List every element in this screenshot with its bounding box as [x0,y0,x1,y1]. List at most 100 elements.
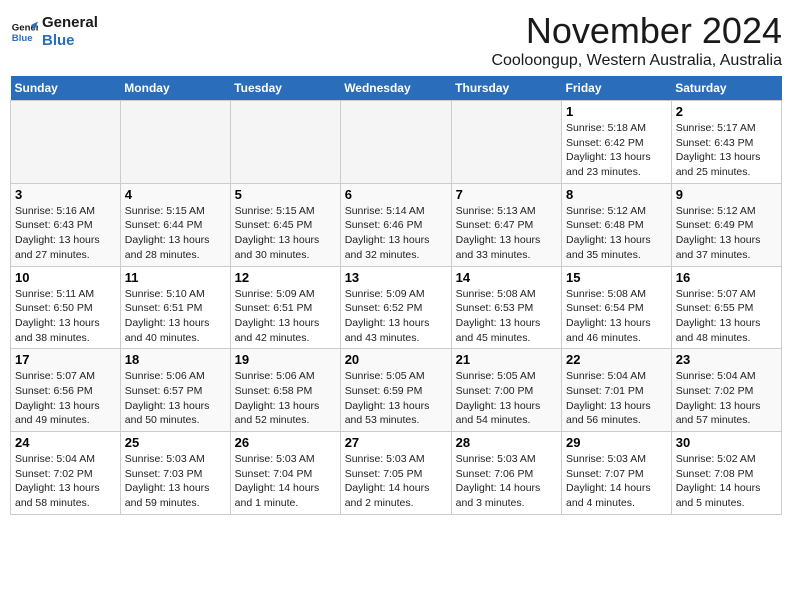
calendar-cell [11,101,121,184]
calendar-cell: 6 Sunrise: 5:14 AM Sunset: 6:46 PM Daylig… [340,183,451,266]
day-number: 23 [676,352,777,367]
calendar-cell: 1 Sunrise: 5:18 AM Sunset: 6:42 PM Daylig… [562,101,672,184]
day-info: Sunrise: 5:03 AM Sunset: 7:03 PM Dayligh… [125,452,226,511]
day-info: Sunrise: 5:05 AM Sunset: 7:00 PM Dayligh… [456,369,557,428]
calendar-cell: 27Sunrise: 5:03 AM Sunset: 7:05 PM Dayli… [340,432,451,515]
calendar-cell: 9Sunrise: 5:12 AM Sunset: 6:49 PM Daylig… [671,183,781,266]
day-number: 16 [676,270,777,285]
calendar-week-row: 1 Sunrise: 5:18 AM Sunset: 6:42 PM Daylig… [11,101,782,184]
day-info: Sunrise: 5:13 AM Sunset: 6:47 PM Dayligh… [456,204,557,263]
day-number: 20 [345,352,447,367]
month-title: November 2024 [491,10,782,52]
day-info: Sunrise: 5:16 AM Sunset: 6:43 PM Dayligh… [15,204,116,263]
calendar-cell: 30Sunrise: 5:02 AM Sunset: 7:08 PM Dayli… [671,432,781,515]
location-title: Cooloongup, Western Australia, Australia [491,52,782,70]
day-info: Sunrise: 5:03 AM Sunset: 7:06 PM Dayligh… [456,452,557,511]
day-info: Sunrise: 5:07 AM Sunset: 6:55 PM Dayligh… [676,287,777,346]
calendar-cell: 4 Sunrise: 5:15 AM Sunset: 6:44 PM Daylig… [120,183,230,266]
day-number: 6 [345,187,447,202]
day-info: Sunrise: 5:10 AM Sunset: 6:51 PM Dayligh… [125,287,226,346]
calendar-cell: 12 Sunrise: 5:09 AM Sunset: 6:51 PM Dayli… [230,266,340,349]
day-info: Sunrise: 5:03 AM Sunset: 7:07 PM Dayligh… [566,452,667,511]
calendar-cell: 13 Sunrise: 5:09 AM Sunset: 6:52 PM Dayli… [340,266,451,349]
calendar-week-row: 3 Sunrise: 5:16 AM Sunset: 6:43 PM Daylig… [11,183,782,266]
calendar-cell: 5 Sunrise: 5:15 AM Sunset: 6:45 PM Daylig… [230,183,340,266]
day-info: Sunrise: 5:15 AM Sunset: 6:45 PM Dayligh… [235,204,336,263]
day-number: 19 [235,352,336,367]
calendar-cell: 21 Sunrise: 5:05 AM Sunset: 7:00 PM Dayli… [451,349,561,432]
day-number: 13 [345,270,447,285]
calendar-cell: 11 Sunrise: 5:10 AM Sunset: 6:51 PM Dayli… [120,266,230,349]
calendar-cell: 15Sunrise: 5:08 AM Sunset: 6:54 PM Dayli… [562,266,672,349]
weekday-header: Monday [120,76,230,101]
calendar-body: 1 Sunrise: 5:18 AM Sunset: 6:42 PM Daylig… [11,101,782,515]
day-number: 25 [125,435,226,450]
calendar-cell: 7 Sunrise: 5:13 AM Sunset: 6:47 PM Daylig… [451,183,561,266]
calendar-cell [230,101,340,184]
weekday-header: Wednesday [340,76,451,101]
day-info: Sunrise: 5:09 AM Sunset: 6:52 PM Dayligh… [345,287,447,346]
logo-text: General Blue [42,14,98,50]
day-number: 8 [566,187,667,202]
calendar-cell: 3 Sunrise: 5:16 AM Sunset: 6:43 PM Daylig… [11,183,121,266]
calendar-cell [451,101,561,184]
day-info: Sunrise: 5:11 AM Sunset: 6:50 PM Dayligh… [15,287,116,346]
calendar-cell: 16 Sunrise: 5:07 AM Sunset: 6:55 PM Dayli… [671,266,781,349]
calendar-cell: 29Sunrise: 5:03 AM Sunset: 7:07 PM Dayli… [562,432,672,515]
day-info: Sunrise: 5:14 AM Sunset: 6:46 PM Dayligh… [345,204,447,263]
day-number: 2 [676,104,777,119]
header: General Blue General Blue November 2024 … [10,10,782,70]
day-info: Sunrise: 5:15 AM Sunset: 6:44 PM Dayligh… [125,204,226,263]
calendar-cell: 14Sunrise: 5:08 AM Sunset: 6:53 PM Dayli… [451,266,561,349]
calendar-cell: 10 Sunrise: 5:11 AM Sunset: 6:50 PM Dayli… [11,266,121,349]
calendar-cell: 25 Sunrise: 5:03 AM Sunset: 7:03 PM Dayli… [120,432,230,515]
day-number: 21 [456,352,557,367]
calendar-cell: 22Sunrise: 5:04 AM Sunset: 7:01 PM Dayli… [562,349,672,432]
weekday-header: Tuesday [230,76,340,101]
day-number: 30 [676,435,777,450]
weekday-header: Sunday [11,76,121,101]
day-number: 27 [345,435,447,450]
day-info: Sunrise: 5:18 AM Sunset: 6:42 PM Dayligh… [566,121,667,180]
day-info: Sunrise: 5:09 AM Sunset: 6:51 PM Dayligh… [235,287,336,346]
day-number: 26 [235,435,336,450]
day-number: 14 [456,270,557,285]
calendar-cell: 19 Sunrise: 5:06 AM Sunset: 6:58 PM Dayli… [230,349,340,432]
title-area: November 2024 Cooloongup, Western Austra… [491,10,782,70]
day-number: 10 [15,270,116,285]
day-info: Sunrise: 5:17 AM Sunset: 6:43 PM Dayligh… [676,121,777,180]
day-number: 18 [125,352,226,367]
day-number: 28 [456,435,557,450]
day-number: 5 [235,187,336,202]
day-number: 7 [456,187,557,202]
day-number: 3 [15,187,116,202]
calendar-cell: 26Sunrise: 5:03 AM Sunset: 7:04 PM Dayli… [230,432,340,515]
calendar-cell: 8Sunrise: 5:12 AM Sunset: 6:48 PM Daylig… [562,183,672,266]
calendar-cell: 2 Sunrise: 5:17 AM Sunset: 6:43 PM Daylig… [671,101,781,184]
day-info: Sunrise: 5:06 AM Sunset: 6:57 PM Dayligh… [125,369,226,428]
calendar-table: SundayMondayTuesdayWednesdayThursdayFrid… [10,76,782,515]
calendar-cell: 20 Sunrise: 5:05 AM Sunset: 6:59 PM Dayli… [340,349,451,432]
svg-text:Blue: Blue [12,33,33,44]
calendar-header-row: SundayMondayTuesdayWednesdayThursdayFrid… [11,76,782,101]
calendar-week-row: 17Sunrise: 5:07 AM Sunset: 6:56 PM Dayli… [11,349,782,432]
day-number: 1 [566,104,667,119]
logo: General Blue General Blue [10,14,98,50]
calendar-cell: 23 Sunrise: 5:04 AM Sunset: 7:02 PM Dayli… [671,349,781,432]
calendar-week-row: 24Sunrise: 5:04 AM Sunset: 7:02 PM Dayli… [11,432,782,515]
day-info: Sunrise: 5:05 AM Sunset: 6:59 PM Dayligh… [345,369,447,428]
day-info: Sunrise: 5:04 AM Sunset: 7:01 PM Dayligh… [566,369,667,428]
calendar-cell: 17Sunrise: 5:07 AM Sunset: 6:56 PM Dayli… [11,349,121,432]
day-info: Sunrise: 5:08 AM Sunset: 6:54 PM Dayligh… [566,287,667,346]
day-info: Sunrise: 5:06 AM Sunset: 6:58 PM Dayligh… [235,369,336,428]
logo-icon: General Blue [10,18,38,46]
day-number: 4 [125,187,226,202]
day-info: Sunrise: 5:04 AM Sunset: 7:02 PM Dayligh… [15,452,116,511]
day-number: 12 [235,270,336,285]
calendar-cell [120,101,230,184]
day-info: Sunrise: 5:04 AM Sunset: 7:02 PM Dayligh… [676,369,777,428]
weekday-header: Saturday [671,76,781,101]
day-number: 17 [15,352,116,367]
weekday-header: Thursday [451,76,561,101]
day-number: 11 [125,270,226,285]
